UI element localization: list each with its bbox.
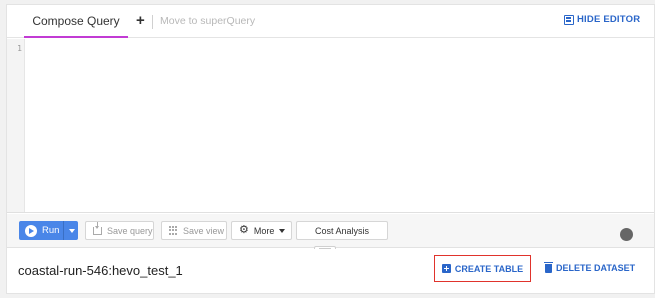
run-label: Run xyxy=(42,225,60,236)
cost-analysis-button[interactable]: Cost Analysis xyxy=(296,221,388,240)
run-button[interactable]: Run xyxy=(19,221,78,240)
status-indicator xyxy=(620,228,633,241)
play-icon xyxy=(25,224,37,237)
more-label: More xyxy=(253,225,275,236)
gear-icon: ⚙ xyxy=(239,224,249,236)
query-editor: 1 xyxy=(7,39,654,213)
more-menu-button[interactable]: ⚙ More xyxy=(231,221,292,240)
trash-icon xyxy=(544,261,553,273)
tab-compose-query-label: Compose Query xyxy=(32,13,120,28)
move-to-superquery-link[interactable]: Move to superQuery xyxy=(160,15,255,27)
hide-editor-icon xyxy=(564,14,574,25)
delete-dataset-label: DELETE DATASET xyxy=(556,263,636,273)
add-tab-button[interactable]: + xyxy=(136,12,145,29)
chevron-down-icon xyxy=(279,228,286,233)
dropdown-caret-icon[interactable] xyxy=(69,229,75,233)
line-gutter: 1 xyxy=(7,39,25,212)
hide-editor-button[interactable]: HIDE EDITOR xyxy=(564,14,640,25)
tab-compose-query[interactable]: Compose Query xyxy=(24,5,128,38)
query-editor-panel: Compose Query + Move to superQuery HIDE … xyxy=(6,4,655,294)
dataset-header: coastal-run-546:hevo_test_1 CREATE TABLE… xyxy=(7,249,654,293)
query-toolbar: Run Save query Save view ⚙ More Cost Ana… xyxy=(7,214,654,248)
save-view-label: Save view xyxy=(183,225,225,236)
plus-box-icon xyxy=(441,264,451,273)
tab-divider xyxy=(152,15,153,29)
create-table-button[interactable]: CREATE TABLE xyxy=(434,255,531,282)
run-button-divider xyxy=(63,221,64,240)
save-view-button[interactable]: Save view xyxy=(161,221,227,240)
tab-bar: Compose Query + Move to superQuery HIDE … xyxy=(7,5,654,38)
save-query-button[interactable]: Save query xyxy=(85,221,154,240)
create-table-label: CREATE TABLE xyxy=(454,263,524,274)
save-query-label: Save query xyxy=(107,225,153,236)
cost-analysis-label: Cost Analysis xyxy=(314,225,370,236)
grid-icon xyxy=(169,226,178,235)
line-number: 1 xyxy=(17,44,22,53)
download-icon xyxy=(93,221,102,235)
dataset-name: coastal-run-546:hevo_test_1 xyxy=(18,263,183,278)
hide-editor-label: HIDE EDITOR xyxy=(577,14,641,25)
delete-dataset-button[interactable]: DELETE DATASET xyxy=(544,261,636,273)
code-input-area[interactable] xyxy=(26,39,654,212)
